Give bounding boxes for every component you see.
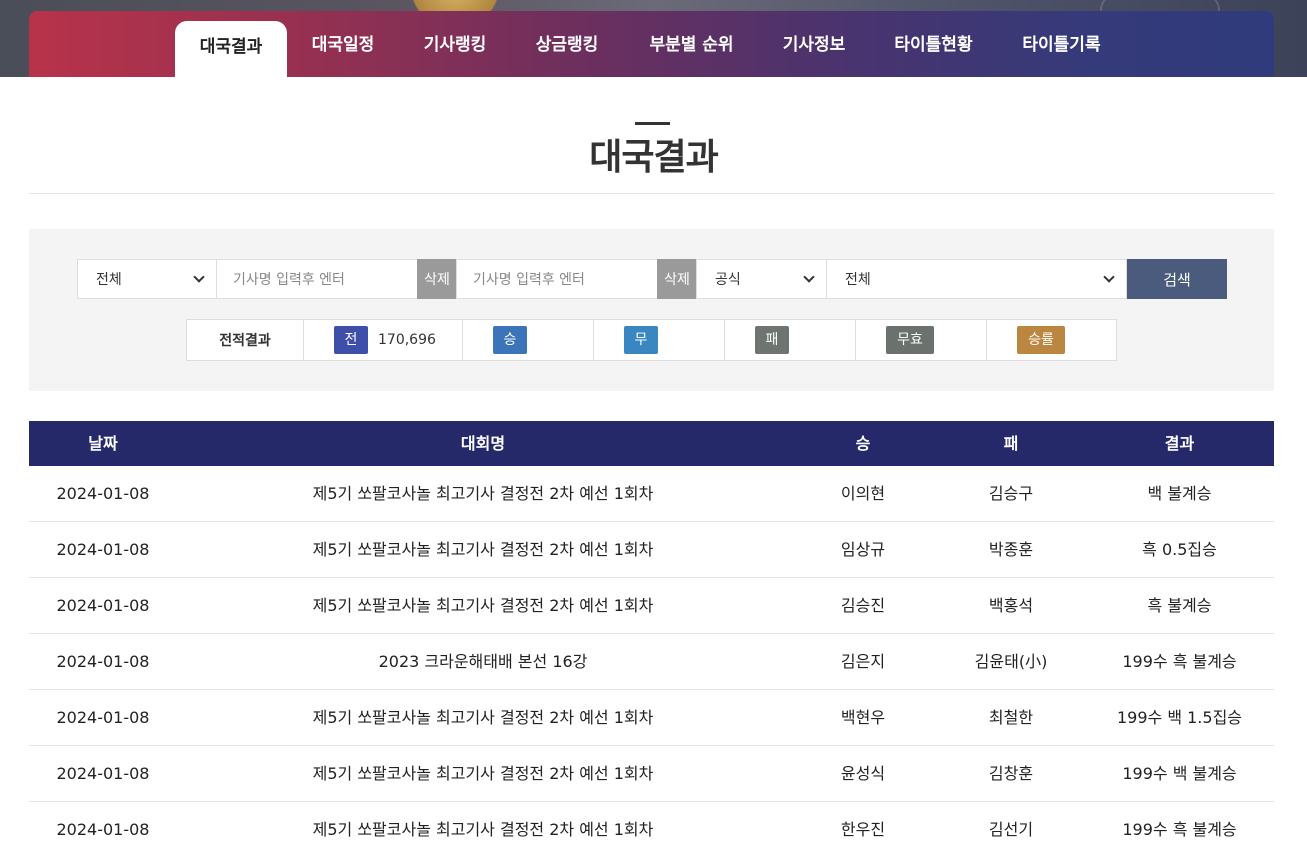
player1-placeholder: 기사명 입력후 엔터 — [233, 272, 345, 288]
game-type-value: 공식 — [715, 272, 741, 288]
win-rate-cell: 승률 — [986, 320, 1116, 360]
total-value: 170,696 — [378, 332, 436, 348]
nav-tab-player-ranking[interactable]: 기사랭킹 — [405, 22, 505, 77]
main-nav: 대국결과 대국일정 기사랭킹 상금랭킹 부분별 순위 기사정보 타이틀현황 타이… — [29, 11, 1274, 77]
header-winner: 승 — [855, 434, 871, 453]
chevron-down-icon — [192, 271, 206, 285]
cell-tournament: 제5기 쏘팔코사놀 최고기사 결정전 2차 예선 1회차 — [312, 708, 654, 727]
game-type-select[interactable]: 공식 — [696, 259, 827, 299]
table-header: 날짜 대회명 승 패 결과 — [29, 421, 1274, 466]
table-row[interactable]: 2024-01-08 제5기 쏘팔코사놀 최고기사 결정전 2차 예선 1회차 윤성… — [29, 746, 1274, 802]
nav-tab-category-ranking[interactable]: 부분별 순위 — [629, 22, 754, 77]
win-badge: 승 — [493, 326, 527, 354]
nav-tab-game-results[interactable]: 대국결과 — [175, 21, 287, 77]
player1-delete-button[interactable]: 삭제 — [417, 259, 457, 299]
cell-result: 흑 불계승 — [1147, 596, 1212, 615]
cell-result: 199수 백 불계승 — [1122, 764, 1237, 783]
results-table: 날짜 대회명 승 패 결과 2024-01-08 제5기 쏘팔코사놀 최고기사 결… — [29, 421, 1274, 847]
header-tournament: 대회명 — [460, 434, 506, 453]
win-rate-badge: 승률 — [1017, 326, 1065, 354]
record-summary: 전적결과 전 170,696 승 무 패 무효 승률 — [186, 319, 1117, 361]
loss-badge: 패 — [755, 326, 789, 354]
cell-loser: 최철한 — [988, 708, 1034, 727]
total-cell: 전 170,696 — [303, 320, 462, 360]
cell-tournament: 제5기 쏘팔코사놀 최고기사 결정전 2차 예선 1회차 — [312, 820, 654, 839]
cell-date: 2024-01-08 — [56, 652, 150, 671]
header-loser: 패 — [1003, 434, 1019, 453]
draw-cell: 무 — [593, 320, 724, 360]
tournament-value: 전체 — [845, 272, 871, 288]
cell-result: 199수 흑 불계승 — [1122, 820, 1237, 839]
table-row[interactable]: 2024-01-08 제5기 쏘팔코사놀 최고기사 결정전 2차 예선 1회차 임상… — [29, 522, 1274, 578]
nav-tab-game-schedule[interactable]: 대국일정 — [293, 22, 393, 77]
cell-tournament: 제5기 쏘팔코사놀 최고기사 결정전 2차 예선 1회차 — [312, 596, 654, 615]
chevron-down-icon — [802, 271, 816, 285]
title-accent-bar — [635, 122, 670, 125]
tournament-select[interactable]: 전체 — [826, 259, 1127, 299]
nav-tab-title-status[interactable]: 타이틀현황 — [876, 22, 991, 77]
cell-date: 2024-01-08 — [56, 596, 150, 615]
cell-tournament: 제5기 쏘팔코사놀 최고기사 결정전 2차 예선 1회차 — [312, 540, 654, 559]
cell-result: 199수 흑 불계승 — [1122, 652, 1237, 671]
record-label-cell: 전적결과 — [187, 320, 303, 360]
player1-input[interactable]: 기사명 입력후 엔터 — [216, 259, 418, 299]
cell-winner: 백현우 — [840, 708, 886, 727]
player2-input[interactable]: 기사명 입력후 엔터 — [456, 259, 658, 299]
cell-date: 2024-01-08 — [56, 540, 150, 559]
search-button[interactable]: 검색 — [1127, 259, 1227, 299]
title-divider — [29, 193, 1274, 194]
void-badge: 무효 — [886, 326, 934, 354]
cell-loser: 김윤태(小) — [974, 652, 1048, 671]
cell-winner: 임상규 — [840, 540, 886, 559]
page-title: 대국결과 — [589, 137, 718, 178]
search-panel: 전체 기사명 입력후 엔터 삭제 기사명 입력후 엔터 삭제 공식 전체 검색 … — [29, 229, 1274, 391]
cell-date: 2024-01-08 — [56, 484, 150, 503]
table-row[interactable]: 2024-01-08 제5기 쏘팔코사놀 최고기사 결정전 2차 예선 1회차 한우… — [29, 802, 1274, 847]
nav-tab-prize-ranking[interactable]: 상금랭킹 — [517, 22, 617, 77]
cell-tournament: 제5기 쏘팔코사놀 최고기사 결정전 2차 예선 1회차 — [312, 484, 654, 503]
header-date: 날짜 — [88, 434, 118, 453]
cell-result: 흑 0.5집승 — [1142, 540, 1217, 559]
cell-date: 2024-01-08 — [56, 708, 150, 727]
cell-loser: 김선기 — [988, 820, 1034, 839]
category-select[interactable]: 전체 — [77, 259, 217, 299]
category-select-value: 전체 — [96, 272, 122, 288]
cell-loser: 박종훈 — [988, 540, 1034, 559]
win-cell: 승 — [462, 320, 593, 360]
cell-loser: 백홍석 — [988, 596, 1034, 615]
cell-date: 2024-01-08 — [56, 820, 150, 839]
cell-winner: 한우진 — [840, 820, 886, 839]
cell-result: 백 불계승 — [1147, 484, 1212, 503]
cell-result: 199수 백 1.5집승 — [1116, 708, 1243, 727]
nav-tab-player-info[interactable]: 기사정보 — [764, 22, 864, 77]
cell-winner: 김은지 — [840, 652, 886, 671]
nav-tab-title-records[interactable]: 타이틀기록 — [1004, 22, 1119, 77]
chevron-down-icon — [1102, 271, 1116, 285]
cell-tournament: 제5기 쏘팔코사놀 최고기사 결정전 2차 예선 1회차 — [312, 764, 654, 783]
void-cell: 무효 — [855, 320, 986, 360]
cell-winner: 이의현 — [840, 484, 886, 503]
player2-delete-button[interactable]: 삭제 — [657, 259, 697, 299]
cell-loser: 김승구 — [988, 484, 1034, 503]
loss-cell: 패 — [724, 320, 855, 360]
cell-date: 2024-01-08 — [56, 764, 150, 783]
table-row[interactable]: 2024-01-08 제5기 쏘팔코사놀 최고기사 결정전 2차 예선 1회차 백현… — [29, 690, 1274, 746]
player2-placeholder: 기사명 입력후 엔터 — [473, 272, 585, 288]
table-row[interactable]: 2024-01-08 2023 크라운해태배 본선 16강 김은지 김윤태(小) 199… — [29, 634, 1274, 690]
cell-tournament: 2023 크라운해태배 본선 16강 — [378, 652, 588, 671]
header-result: 결과 — [1164, 434, 1195, 453]
table-row[interactable]: 2024-01-08 제5기 쏘팔코사놀 최고기사 결정전 2차 예선 1회차 이의… — [29, 466, 1274, 522]
table-body: 2024-01-08 제5기 쏘팔코사놀 최고기사 결정전 2차 예선 1회차 이의… — [29, 466, 1274, 847]
draw-badge: 무 — [624, 326, 658, 354]
cell-winner: 김승진 — [840, 596, 886, 615]
cell-loser: 김창훈 — [988, 764, 1034, 783]
cell-winner: 윤성식 — [840, 764, 886, 783]
table-row[interactable]: 2024-01-08 제5기 쏘팔코사놀 최고기사 결정전 2차 예선 1회차 김승… — [29, 578, 1274, 634]
total-badge: 전 — [334, 326, 368, 354]
record-label: 전적결과 — [219, 333, 271, 349]
